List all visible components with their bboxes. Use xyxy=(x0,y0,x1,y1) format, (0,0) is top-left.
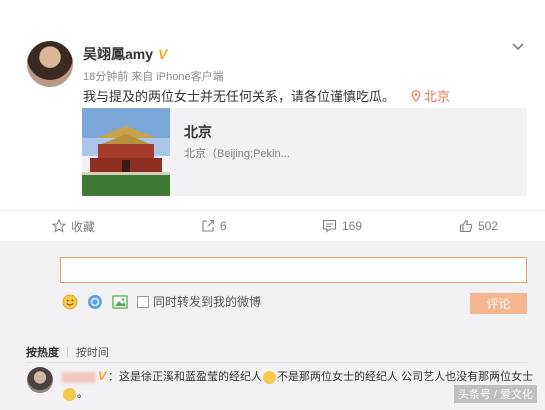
location-link[interactable]: 北京 xyxy=(411,86,450,105)
thumbs-up-icon xyxy=(459,219,473,233)
forward-button[interactable]: 6 xyxy=(201,211,227,241)
avatar[interactable] xyxy=(27,41,73,87)
comment-toolbar: 同时转发到我的微博 xyxy=(62,293,261,310)
username[interactable]: 吴翊鳳amy xyxy=(83,44,153,64)
like-button[interactable]: 502 xyxy=(459,211,498,241)
favorite-button[interactable]: 收藏 xyxy=(52,211,95,241)
star-icon xyxy=(52,219,66,233)
emoji-icon xyxy=(63,387,76,401)
post-text: 我与提及的两位女士并无任何关系，请各位谨慎吃瓜。 xyxy=(83,89,396,104)
place-card[interactable]: 北京 北京（Beijing;Pekin... xyxy=(82,108,527,196)
favorite-label: 收藏 xyxy=(71,219,96,234)
forward-icon xyxy=(202,219,215,232)
place-name: 北京 xyxy=(184,124,212,140)
comment-button[interactable]: 169 xyxy=(322,211,362,241)
place-thumbnail xyxy=(82,108,170,196)
watermark: 头条号 / 爱文化 xyxy=(453,385,537,403)
location-pin-icon xyxy=(411,89,421,102)
comment-username-blurred[interactable] xyxy=(62,371,96,383)
like-count: 502 xyxy=(478,219,499,233)
post-meta: 18分钟前 来自 iPhone客户端 xyxy=(83,71,224,83)
author-row: 吴翊鳳amy V xyxy=(83,44,167,64)
submit-comment-button[interactable]: 评论 xyxy=(470,293,527,314)
comment-text-part-2: 不是那两位女士的经纪人 公司艺人也没有那两位女士 xyxy=(277,371,534,383)
comment-text-part-3: 。 xyxy=(77,388,88,400)
topic-icon[interactable] xyxy=(87,294,103,310)
sort-by-time[interactable]: 按时间 xyxy=(76,344,109,360)
place-description: 北京（Beijing;Pekin... xyxy=(184,148,290,160)
chevron-down-icon[interactable] xyxy=(511,40,525,54)
forward-count: 6 xyxy=(220,219,227,233)
repost-label: 同时转发到我的微博 xyxy=(153,295,262,309)
comment-input[interactable] xyxy=(60,257,527,283)
comment-sort: 按热度 | 按时间 xyxy=(26,344,109,360)
repost-checkbox[interactable]: 同时转发到我的微博 xyxy=(137,293,261,310)
sort-separator: | xyxy=(66,346,69,358)
comment-icon xyxy=(322,219,337,233)
image-icon[interactable] xyxy=(112,294,128,310)
comment-vip-badge: V xyxy=(98,369,107,383)
action-bar: 收藏 6 169 502 xyxy=(0,210,545,240)
location-label: 北京 xyxy=(424,89,451,104)
emoji-icon xyxy=(263,370,277,384)
divider xyxy=(26,362,527,363)
sort-by-hot[interactable]: 按热度 xyxy=(26,344,59,360)
emoji-icon[interactable] xyxy=(62,294,78,310)
weibo-post: 吴翊鳳amy V 18分钟前 来自 iPhone客户端 我与提及的两位女士并无任… xyxy=(0,0,545,410)
post-content: 我与提及的两位女士并无任何关系，请各位谨慎吃瓜。 北京 xyxy=(83,86,450,105)
comment-text-part-1: ：这是徐正溪和蓝盈莹的经纪人 xyxy=(108,371,263,383)
comment-avatar[interactable] xyxy=(27,367,53,393)
comment-panel: 同时转发到我的微博 评论 按热度 | 按时间 V ：这是徐正溪和蓝盈莹的经纪人 不是… xyxy=(0,241,545,410)
vip-badge: V xyxy=(158,46,168,62)
checkbox-box[interactable] xyxy=(137,295,149,308)
comment-count: 169 xyxy=(342,219,363,233)
